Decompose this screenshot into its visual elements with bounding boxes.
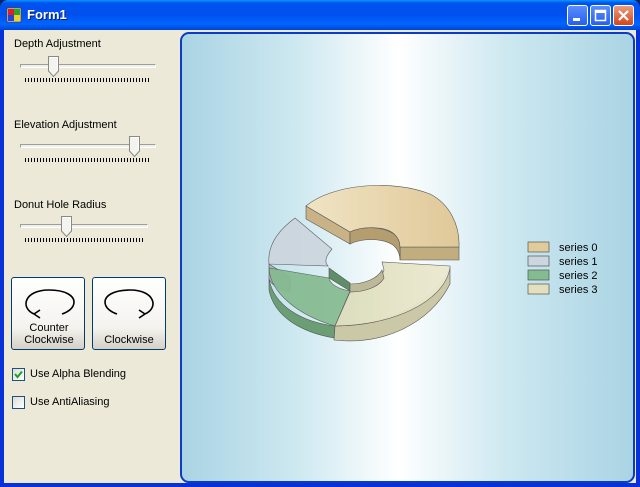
app-icon [6,7,22,23]
clockwise-label: Clockwise [104,334,154,346]
elevation-label: Elevation Adjustment [14,119,117,131]
elevation-slider-ticks [25,158,151,162]
chart-panel[interactable]: series 0 series 1 series 2 series 3 [180,32,635,483]
donut-slider[interactable] [20,214,148,244]
close-button[interactable] [613,5,634,26]
maximize-icon [594,9,607,22]
minimize-icon [573,18,580,21]
donut-slider-track[interactable] [20,224,148,228]
alpha-blending-label: Use Alpha Blending [30,368,127,380]
depth-slider-thumb[interactable] [48,56,59,77]
legend-label: series 2 [559,270,598,282]
depth-slider-track[interactable] [20,64,156,68]
chart-legend: series 0 series 1 series 2 series 3 [527,241,598,296]
elevation-slider[interactable] [20,134,156,164]
depth-slider[interactable] [20,54,156,84]
slice-series-0-front[interactable] [399,246,460,261]
legend-swatch [527,255,550,267]
minimize-button[interactable] [567,5,588,26]
checkmark-icon [14,370,23,379]
slice-series-3[interactable] [334,261,451,327]
depth-slider-ticks [25,78,151,82]
donut-label: Donut Hole Radius [14,199,107,211]
depth-label: Depth Adjustment [14,38,101,50]
antialiasing-box[interactable] [12,396,25,409]
donut-chart[interactable]: series 0 series 1 series 2 series 3 [182,34,633,481]
main-window: Form1 Depth Adjustment Elevation Adjustm… [0,0,640,487]
donut-slider-ticks [25,238,143,242]
antialiasing-label: Use AntiAliasing [30,396,110,408]
legend-swatch [527,241,550,253]
alpha-blending-box[interactable] [12,368,25,381]
donut-slider-thumb[interactable] [61,216,72,237]
window-title: Form1 [27,7,67,22]
title-bar[interactable]: Form1 [0,0,640,30]
counter-clockwise-label: Counter Clockwise [24,322,74,346]
antialiasing-checkbox[interactable]: Use AntiAliasing [12,396,152,411]
elevation-slider-thumb[interactable] [129,136,140,157]
counter-clockwise-icon [25,289,75,319]
legend-swatch [527,283,550,295]
legend-label: series 1 [559,256,598,268]
counter-clockwise-button[interactable]: Counter Clockwise [11,277,85,350]
legend-label: series 3 [559,284,598,296]
maximize-button[interactable] [590,5,611,26]
legend-swatch [527,269,550,281]
clockwise-button[interactable]: Clockwise [92,277,166,350]
legend-label: series 0 [559,242,598,254]
alpha-blending-checkbox[interactable]: Use Alpha Blending [12,368,152,383]
clockwise-icon [104,289,154,319]
close-icon [618,10,629,21]
